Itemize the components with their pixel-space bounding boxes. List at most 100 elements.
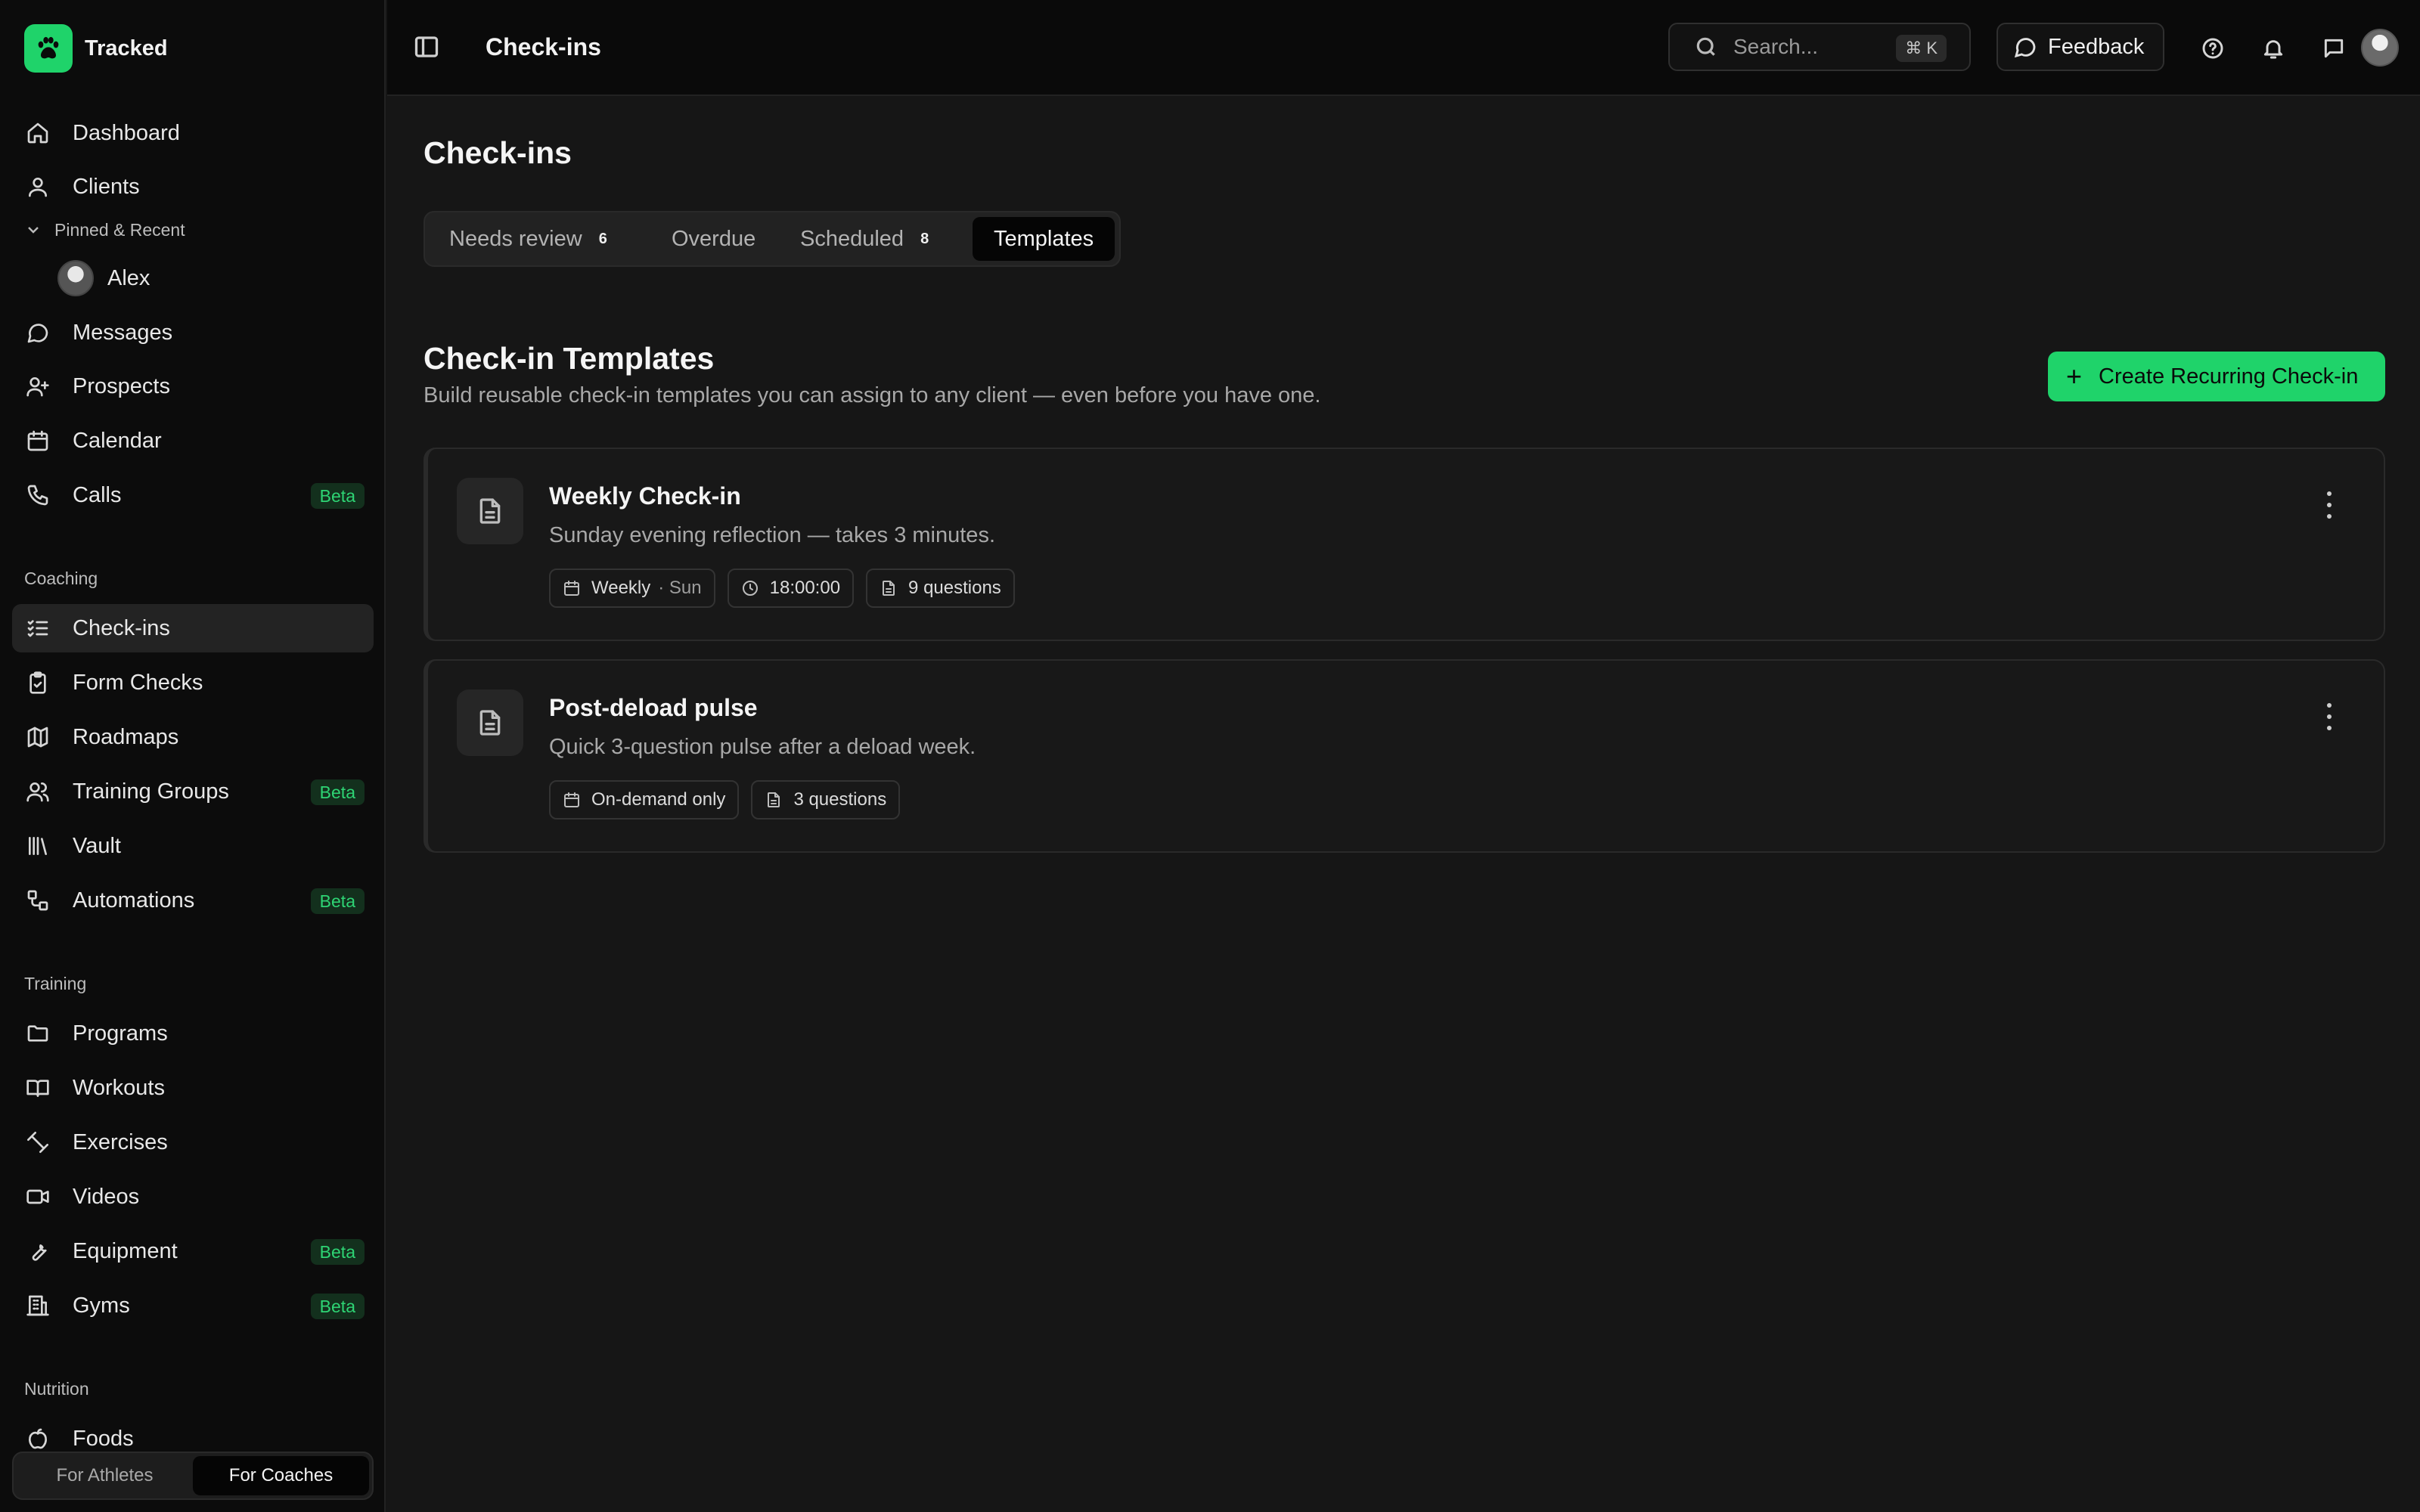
tab-label: Scheduled	[800, 226, 904, 251]
day-text: · Sun	[658, 578, 702, 598]
panel-left-icon	[414, 36, 439, 57]
search-placeholder: Search...	[1733, 35, 1819, 58]
more-options-icon[interactable]	[2320, 491, 2338, 519]
sidebar-item-label: Videos	[73, 1184, 140, 1209]
pinned-recent-toggle[interactable]: Pinned & Recent	[24, 215, 185, 245]
apple-icon	[24, 1425, 51, 1452]
template-title: Post-deload pulse	[549, 694, 758, 721]
sidebar-item-label: Roadmaps	[73, 724, 179, 749]
questions-text: 3 questions	[793, 789, 887, 810]
sidebar-item-dashboard[interactable]: Dashboard	[12, 109, 374, 157]
sidebar-item-form-checks[interactable]: Form Checks	[12, 658, 374, 707]
sidebar-item-gyms[interactable]: Gyms Beta	[12, 1281, 374, 1330]
sidebar-item-prospects[interactable]: Prospects	[12, 362, 374, 411]
tab-count: 6	[598, 230, 607, 247]
frequency-text: Weekly	[591, 578, 651, 598]
sidebar-item-label: Calls	[73, 482, 122, 507]
more-options-icon[interactable]	[2320, 703, 2338, 730]
tab-scheduled[interactable]: Scheduled 8	[779, 217, 970, 261]
tab-overdue[interactable]: Overdue	[650, 217, 780, 261]
role-toggle: For Athletes For Coaches	[12, 1452, 374, 1500]
time-text: 18:00:00	[769, 578, 841, 598]
sidebar-item-videos[interactable]: Videos	[12, 1173, 374, 1221]
plus-icon: +	[2066, 361, 2083, 392]
folder-icon	[24, 1020, 51, 1047]
sidebar-item-roadmaps[interactable]: Roadmaps	[12, 713, 374, 761]
sidebar-item-workouts[interactable]: Workouts	[12, 1064, 374, 1112]
messages-button[interactable]	[2319, 33, 2349, 64]
sidebar-item-training-groups[interactable]: Training Groups Beta	[12, 767, 374, 816]
section-title: Check-in Templates	[424, 341, 715, 376]
section-label-coaching: Coaching	[24, 569, 98, 588]
sidebar-item-label: Exercises	[73, 1129, 168, 1154]
time-tag: 18:00:00	[727, 569, 855, 608]
bell-icon	[2263, 40, 2283, 59]
sidebar-item-label: Training Groups	[73, 779, 229, 804]
sidebar: Tracked Dashboard Clients Pinned & Recen…	[0, 0, 386, 1512]
template-card-weekly-check-in[interactable]: Weekly Check-in Sunday evening reflectio…	[424, 448, 2385, 641]
home-icon	[24, 119, 51, 147]
tab-templates[interactable]: Templates	[973, 217, 1115, 261]
map-icon	[24, 723, 51, 751]
brand-name: Tracked	[85, 36, 168, 60]
sidebar-item-label: Vault	[73, 833, 121, 858]
check-in-tabs: Needs review 6 Overdue Scheduled 8 Templ…	[424, 211, 1121, 267]
template-tags: Weekly · Sun 18:00:00 9 questions	[549, 569, 1015, 608]
notifications-button[interactable]	[2258, 33, 2288, 64]
search-shortcut: ⌘ K	[1896, 35, 1947, 62]
clipboard-check-icon	[24, 669, 51, 696]
sidebar-item-messages[interactable]: Messages	[12, 308, 374, 357]
sidebar-item-programs[interactable]: Programs	[12, 1009, 374, 1058]
questions-tag: 9 questions	[866, 569, 1015, 608]
pinned-client-name: Alex	[107, 265, 150, 290]
sidebar-item-clients[interactable]: Clients	[12, 163, 374, 211]
sidebar-item-label: Check-ins	[73, 615, 170, 640]
workflow-icon	[24, 887, 51, 914]
template-card-post-deload-pulse[interactable]: Post-deload pulse Quick 3-question pulse…	[424, 659, 2385, 853]
chat-square-icon	[2324, 39, 2344, 58]
search-input[interactable]: Search... ⌘ K	[1668, 23, 1971, 71]
sidebar-item-automations[interactable]: Automations Beta	[12, 876, 374, 925]
beta-badge: Beta	[310, 1294, 365, 1319]
document-icon	[457, 478, 523, 544]
phone-icon	[24, 482, 51, 509]
tab-label: Needs review	[449, 226, 582, 251]
calendar-icon	[564, 792, 579, 807]
sidebar-item-check-ins[interactable]: Check-ins	[12, 604, 374, 652]
main-content: Check-ins Needs review 6 Overdue Schedul…	[387, 96, 2420, 1512]
questions-tag: 3 questions	[751, 780, 901, 820]
tab-needs-review[interactable]: Needs review 6	[428, 217, 634, 261]
template-description: Sunday evening reflection — takes 3 minu…	[549, 523, 995, 547]
pinned-client-alex[interactable]: Alex	[57, 259, 150, 298]
user-avatar[interactable]	[2361, 29, 2399, 67]
create-recurring-check-in-button[interactable]: + Create Recurring Check-in	[2048, 352, 2385, 401]
sidebar-toggle-button[interactable]	[413, 33, 443, 64]
message-icon	[24, 319, 51, 346]
brand[interactable]: Tracked	[24, 24, 168, 73]
sidebar-item-calendar[interactable]: Calendar	[12, 417, 374, 465]
beta-badge: Beta	[310, 888, 365, 914]
for-coaches-button[interactable]: For Coaches	[193, 1456, 369, 1495]
sidebar-item-label: Dashboard	[73, 120, 180, 145]
section-label-training: Training	[24, 974, 87, 993]
chevron-down-icon	[28, 227, 39, 234]
frequency-tag: Weekly · Sun	[549, 569, 715, 608]
building-icon	[24, 1292, 51, 1319]
sidebar-item-equipment[interactable]: Equipment Beta	[12, 1227, 374, 1275]
sidebar-item-exercises[interactable]: Exercises	[12, 1118, 374, 1167]
sidebar-item-label: Calendar	[73, 428, 162, 453]
paw-logo-icon	[24, 24, 73, 73]
sidebar-item-calls[interactable]: Calls Beta	[12, 471, 374, 519]
document-icon	[457, 689, 523, 756]
sidebar-item-label: Workouts	[73, 1075, 165, 1100]
sidebar-item-label: Messages	[73, 320, 173, 345]
sidebar-item-label: Gyms	[73, 1293, 130, 1318]
clock-icon	[742, 581, 758, 596]
button-label: Create Recurring Check-in	[2099, 364, 2359, 389]
sidebar-item-label: Form Checks	[73, 670, 203, 695]
for-athletes-button[interactable]: For Athletes	[17, 1456, 193, 1495]
sidebar-item-vault[interactable]: Vault	[12, 822, 374, 870]
help-button[interactable]	[2198, 33, 2228, 64]
feedback-button[interactable]: Feedback	[1996, 23, 2164, 71]
feedback-label: Feedback	[2048, 34, 2145, 59]
